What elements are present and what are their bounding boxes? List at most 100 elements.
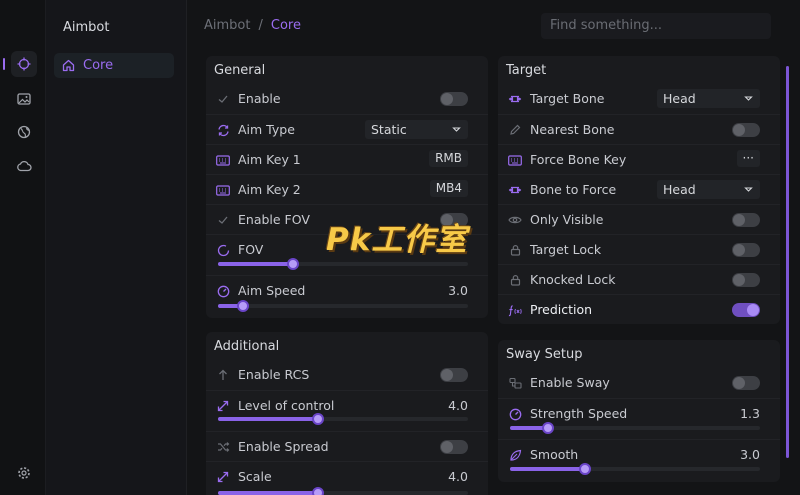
additional-card: Additional Enable RCS Level of control 4… <box>206 332 488 495</box>
enable-sway-toggle[interactable] <box>732 376 760 390</box>
target-lock-toggle[interactable] <box>732 243 760 257</box>
level-of-control-slider-thumb[interactable] <box>312 413 324 425</box>
scrollbar[interactable] <box>786 66 789 458</box>
smooth-slider-thumb[interactable] <box>579 463 591 475</box>
expand-icon <box>216 470 230 484</box>
general-title: General <box>214 63 266 78</box>
scale-value: 4.0 <box>448 469 468 484</box>
nearest-bone-label: Nearest Bone <box>530 122 615 137</box>
target-bone-row: Target Bone Head <box>498 84 780 114</box>
expand-icon <box>216 399 230 413</box>
aim-speed-label: Aim Speed <box>238 283 306 298</box>
strength-speed-slider[interactable] <box>510 422 760 434</box>
lock-icon <box>508 273 522 287</box>
aim-type-value: Static <box>371 122 407 137</box>
active-indicator <box>3 58 5 70</box>
check-icon <box>216 213 230 227</box>
crosshair-icon[interactable] <box>11 51 37 77</box>
spinner-icon <box>216 243 230 257</box>
bone-to-force-label: Bone to Force <box>530 182 617 197</box>
aim-key-1-row: Aim Key 1 RMB <box>206 144 488 174</box>
check-icon <box>216 92 230 106</box>
aim-type-select[interactable]: Static <box>365 120 468 139</box>
arrow-up-icon <box>216 368 230 382</box>
enable-sway-label: Enable Sway <box>530 375 610 390</box>
enable-toggle[interactable] <box>440 92 468 106</box>
scale-slider[interactable] <box>218 487 468 495</box>
image-icon[interactable] <box>11 86 37 112</box>
enable-rcs-toggle[interactable] <box>440 368 468 382</box>
nav-title: Aimbot <box>63 20 110 35</box>
additional-title: Additional <box>214 339 280 354</box>
nav-item-core[interactable]: Core <box>54 53 174 78</box>
knocked-lock-toggle[interactable] <box>732 273 760 287</box>
search-input[interactable] <box>541 13 771 39</box>
pencil-icon <box>508 123 522 137</box>
enable-label: Enable <box>238 91 281 106</box>
sway-card: Sway Setup Enable Sway Strength Speed 1.… <box>498 340 780 482</box>
breadcrumb: Aimbot / Core <box>204 18 301 33</box>
aim-speed-slider[interactable] <box>218 300 468 312</box>
smooth-label: Smooth <box>530 447 579 462</box>
only-visible-toggle[interactable] <box>732 213 760 227</box>
prediction-row: Prediction <box>498 294 780 324</box>
aim-key-2-label: Aim Key 2 <box>238 182 301 197</box>
level-of-control-value: 4.0 <box>448 398 468 413</box>
chevron-down-icon <box>452 127 461 132</box>
sway-title: Sway Setup <box>506 347 583 362</box>
breadcrumb-parent[interactable]: Aimbot <box>204 18 250 33</box>
smooth-row: Smooth 3.0 <box>498 439 780 481</box>
bone-icon <box>508 92 522 106</box>
cloud-icon[interactable] <box>11 153 37 179</box>
smooth-value: 3.0 <box>740 447 760 462</box>
strength-speed-row: Strength Speed 1.3 <box>498 398 780 438</box>
bone-to-force-value: Head <box>663 182 696 197</box>
target-lock-row: Target Lock <box>498 234 780 264</box>
general-card: General Enable Aim Type Static Aim Key 1… <box>206 56 488 318</box>
keyboard-icon <box>216 183 230 197</box>
bone-to-force-row: Bone to Force Head <box>498 174 780 204</box>
enable-rcs-label: Enable RCS <box>238 367 310 382</box>
strength-speed-slider-thumb[interactable] <box>541 422 554 434</box>
target-bone-select[interactable]: Head <box>657 89 760 108</box>
target-title: Target <box>506 63 547 78</box>
level-of-control-row: Level of control 4.0 <box>206 390 488 430</box>
chevron-down-icon <box>744 96 753 101</box>
level-of-control-slider[interactable] <box>218 413 468 425</box>
level-of-control-label: Level of control <box>238 398 335 413</box>
enable-sway-row: Enable Sway <box>498 368 780 398</box>
breadcrumb-current: Core <box>270 18 301 33</box>
icon-rail <box>0 0 46 495</box>
speedometer-icon <box>216 284 230 298</box>
aim-key-2-row: Aim Key 2 MB4 <box>206 174 488 204</box>
scale-slider-thumb[interactable] <box>312 487 324 495</box>
prediction-toggle[interactable] <box>732 303 760 317</box>
force-bone-key-button[interactable]: ··· <box>736 150 760 167</box>
target-bone-label: Target Bone <box>530 91 605 106</box>
settings-icon[interactable] <box>11 460 37 486</box>
smooth-slider[interactable] <box>510 463 760 475</box>
strength-speed-label: Strength Speed <box>530 406 628 421</box>
bone-to-force-select[interactable]: Head <box>657 180 760 199</box>
enable-spread-toggle[interactable] <box>440 440 468 454</box>
knocked-lock-label: Knocked Lock <box>530 272 616 287</box>
aim-key-1-button[interactable]: RMB <box>429 150 468 167</box>
globe-icon[interactable] <box>11 119 37 145</box>
fov-slider-thumb[interactable] <box>287 258 299 270</box>
aim-key-2-button[interactable]: MB4 <box>429 180 468 197</box>
scale-label: Scale <box>238 469 272 484</box>
nav-panel: Aimbot Core <box>46 0 187 495</box>
nearest-bone-toggle[interactable] <box>732 123 760 137</box>
keyboard-icon <box>216 153 230 167</box>
watermark: Pk工作室 <box>326 222 468 258</box>
scale-row: Scale 4.0 <box>206 461 488 495</box>
chevron-down-icon <box>744 187 753 192</box>
refresh-icon <box>216 123 230 137</box>
strength-speed-value: 1.3 <box>740 406 760 421</box>
fov-slider[interactable] <box>218 258 468 270</box>
level-of-control-slider-fill <box>218 417 318 421</box>
aim-speed-value: 3.0 <box>448 283 468 298</box>
enable-fov-label: Enable FOV <box>238 212 310 227</box>
breadcrumb-separator: / <box>258 18 263 33</box>
aim-speed-slider-thumb[interactable] <box>237 300 249 312</box>
